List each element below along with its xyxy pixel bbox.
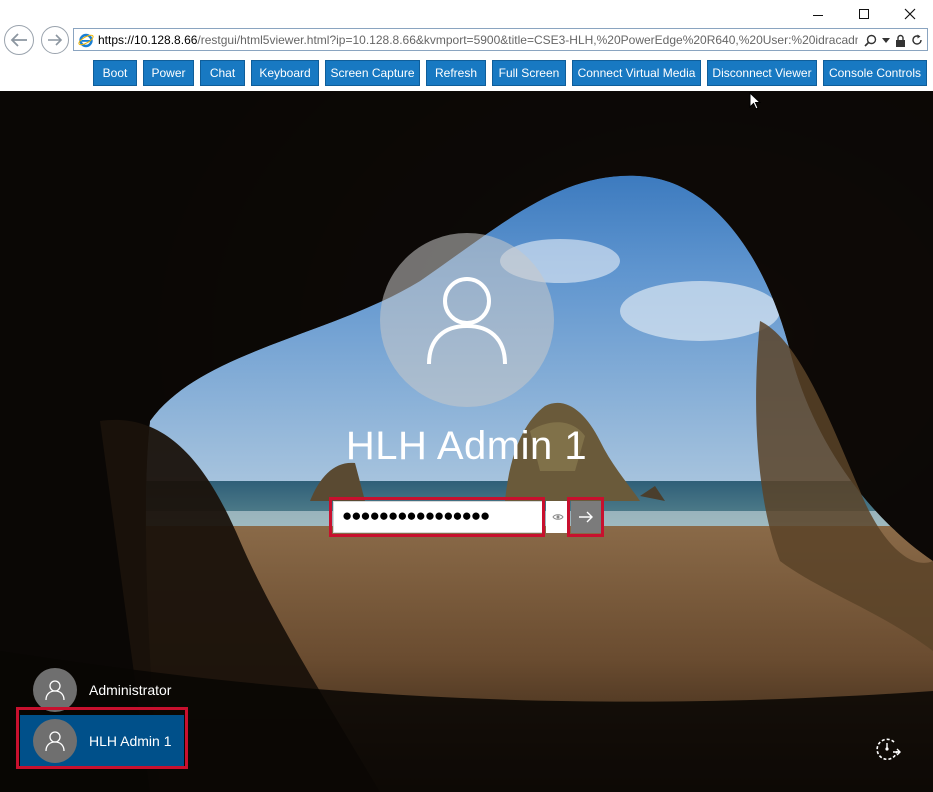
minimize-icon (813, 15, 823, 16)
eye-icon (552, 514, 564, 520)
url-path: /restgui/html5viewer.html?ip=10.128.8.66… (197, 33, 858, 47)
selected-user-highlight (16, 707, 188, 769)
password-highlight (329, 497, 545, 537)
back-button[interactable] (4, 25, 34, 55)
address-bar[interactable]: https://10.128.8.66/restgui/html5viewer.… (73, 28, 928, 51)
forward-icon (48, 34, 63, 46)
close-icon (904, 8, 916, 20)
viewer-toolbar: Boot Power Chat Keyboard Screen Capture … (0, 56, 933, 91)
user-icon (45, 680, 65, 701)
lock-icon[interactable] (895, 34, 906, 47)
remote-console-screen[interactable]: HLH Admin 1 Administrator HLH Admin 1 (0, 91, 933, 792)
login-user-name: HLH Admin 1 (345, 424, 588, 468)
mouse-cursor-icon (749, 92, 761, 110)
power-button[interactable]: Power (143, 60, 194, 86)
navigation-bar: https://10.128.8.66/restgui/html5viewer.… (0, 24, 933, 56)
keyboard-button[interactable]: Keyboard (251, 60, 319, 86)
user-list-avatar (33, 668, 77, 712)
forward-button[interactable] (41, 26, 69, 54)
user-avatar (380, 233, 554, 407)
full-screen-button[interactable]: Full Screen (492, 60, 566, 86)
url-host: https://10.128.8.66 (98, 33, 198, 47)
url-text[interactable]: https://10.128.8.66/restgui/html5viewer.… (98, 32, 858, 48)
ie-icon (78, 33, 94, 48)
refresh-button[interactable]: Refresh (426, 60, 486, 86)
maximize-icon (859, 9, 869, 19)
search-icon[interactable] (864, 34, 877, 47)
chat-button[interactable]: Chat (200, 60, 245, 86)
connect-virtual-media-button[interactable]: Connect Virtual Media (572, 60, 701, 86)
submit-highlight (567, 497, 604, 537)
ease-of-access-icon[interactable] (872, 735, 902, 763)
disconnect-viewer-button[interactable]: Disconnect Viewer (707, 60, 817, 86)
dropdown-icon[interactable] (882, 37, 890, 43)
boot-button[interactable]: Boot (93, 60, 137, 86)
screen-capture-button[interactable]: Screen Capture (325, 60, 420, 86)
back-icon (10, 33, 27, 47)
console-controls-button[interactable]: Console Controls (823, 60, 927, 86)
user-icon (427, 277, 507, 365)
refresh-icon[interactable] (911, 34, 923, 46)
user-list-name: Administrator (89, 682, 172, 698)
